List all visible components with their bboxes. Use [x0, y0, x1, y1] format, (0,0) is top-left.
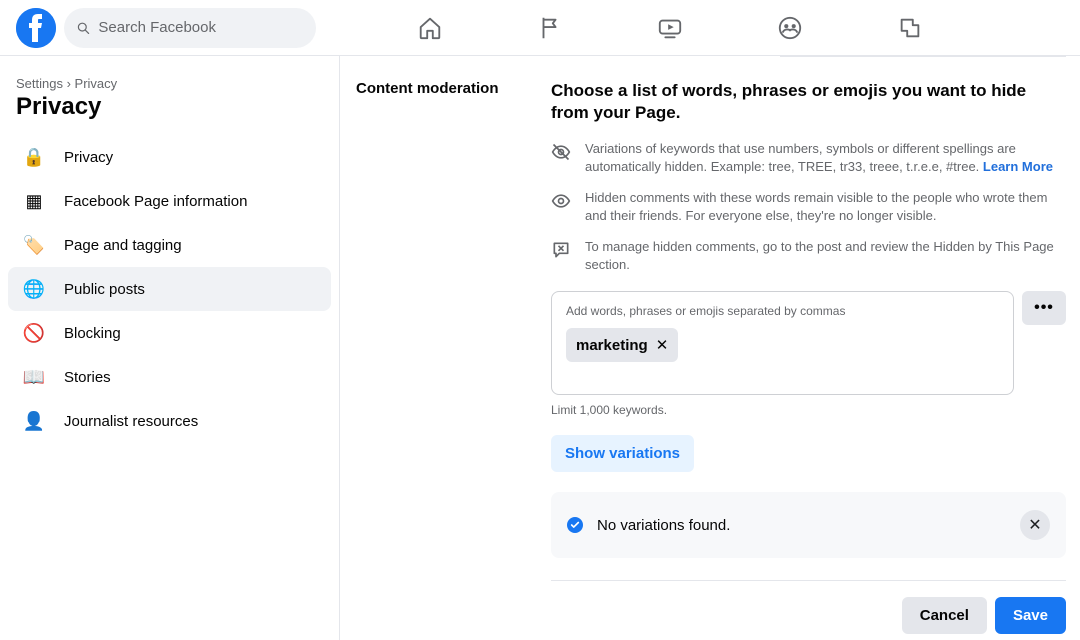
- sidebar-item-label: Public posts: [64, 281, 145, 298]
- home-icon: [417, 15, 443, 41]
- footer-actions: Cancel Save: [551, 597, 1066, 634]
- sidebar-item-privacy[interactable]: 🔒 Privacy: [8, 135, 331, 179]
- sidebar-item-label: Page and tagging: [64, 237, 182, 254]
- sidebar-item-label: Blocking: [64, 325, 121, 342]
- more-options-button[interactable]: •••: [1022, 291, 1066, 325]
- nav-home[interactable]: [374, 4, 486, 52]
- cancel-button[interactable]: Cancel: [902, 597, 987, 634]
- search-input[interactable]: [98, 19, 304, 36]
- page-title: Privacy: [8, 93, 331, 121]
- search-icon: [76, 20, 90, 36]
- check-circle-icon: [567, 517, 583, 533]
- keyword-limit-text: Limit 1,000 keywords.: [551, 403, 1066, 417]
- eye-icon: [551, 189, 585, 224]
- breadcrumb-settings[interactable]: Settings: [16, 76, 63, 91]
- chat-x-icon: [551, 238, 585, 273]
- sidebar-item-label: Facebook Page information: [64, 193, 247, 210]
- top-nav: [316, 4, 1024, 52]
- search-bar[interactable]: [64, 8, 316, 48]
- section-description: Choose a list of words, phrases or emoji…: [551, 80, 1066, 124]
- grid-icon: ▦: [16, 183, 52, 219]
- watch-icon: [657, 15, 683, 41]
- groups-icon: [777, 15, 803, 41]
- keyword-chip: marketing ✕: [566, 328, 678, 362]
- book-icon: 📖: [16, 359, 52, 395]
- tag-icon: 🏷️: [16, 227, 52, 263]
- sidebar-item-label: Journalist resources: [64, 413, 198, 430]
- sidebar-item-journalist[interactable]: 👤 Journalist resources: [8, 399, 331, 443]
- sidebar-item-label: Stories: [64, 369, 111, 386]
- info-text-manage: To manage hidden comments, go to the pos…: [585, 238, 1066, 273]
- sidebar-item-public-posts[interactable]: 🌐 Public posts: [8, 267, 331, 311]
- keyword-chip-label: marketing: [576, 337, 648, 354]
- info-text-hidden-comments: Hidden comments with these words remain …: [585, 189, 1066, 224]
- keyword-input-box[interactable]: Add words, phrases or emojis separated b…: [551, 291, 1014, 395]
- breadcrumb: Settings › Privacy: [8, 76, 331, 91]
- lock-icon: 🔒: [16, 139, 52, 175]
- nav-pages[interactable]: [494, 4, 606, 52]
- flag-icon: [537, 15, 563, 41]
- close-icon: ✕: [1028, 515, 1041, 535]
- sidebar-item-page-tagging[interactable]: 🏷️ Page and tagging: [8, 223, 331, 267]
- gaming-icon: [897, 15, 923, 41]
- section-heading: Content moderation: [356, 80, 551, 634]
- nav-groups[interactable]: [734, 4, 846, 52]
- nav-gaming[interactable]: [854, 4, 966, 52]
- chip-remove-icon[interactable]: ✕: [656, 336, 669, 354]
- notice-close-button[interactable]: ✕: [1020, 510, 1050, 540]
- breadcrumb-current: Privacy: [75, 76, 118, 91]
- eye-off-icon: [551, 140, 585, 175]
- notice-text: No variations found.: [597, 517, 1020, 534]
- block-icon: 🚫: [16, 315, 52, 351]
- sidebar-item-blocking[interactable]: 🚫 Blocking: [8, 311, 331, 355]
- save-button[interactable]: Save: [995, 597, 1066, 634]
- sidebar-item-label: Privacy: [64, 149, 113, 166]
- top-header: [0, 0, 1080, 56]
- ellipsis-icon: •••: [1034, 299, 1054, 317]
- keyword-input-label: Add words, phrases or emojis separated b…: [566, 304, 999, 318]
- info-text-variations: Variations of keywords that use numbers,…: [585, 140, 1066, 175]
- sidebar-item-page-info[interactable]: ▦ Facebook Page information: [8, 179, 331, 223]
- settings-sidebar: Settings › Privacy Privacy 🔒 Privacy ▦ Fac…: [0, 56, 340, 640]
- divider: [551, 580, 1066, 581]
- sidebar-item-stories[interactable]: 📖 Stories: [8, 355, 331, 399]
- show-variations-button[interactable]: Show variations: [551, 435, 694, 472]
- person-icon: 👤: [16, 403, 52, 439]
- nav-watch[interactable]: [614, 4, 726, 52]
- learn-more-link[interactable]: Learn More: [983, 159, 1053, 174]
- globe-icon: 🌐: [16, 271, 52, 307]
- facebook-logo[interactable]: [16, 8, 56, 48]
- main-panel: Content moderation Choose a list of word…: [340, 56, 1080, 640]
- variations-notice: No variations found. ✕: [551, 492, 1066, 558]
